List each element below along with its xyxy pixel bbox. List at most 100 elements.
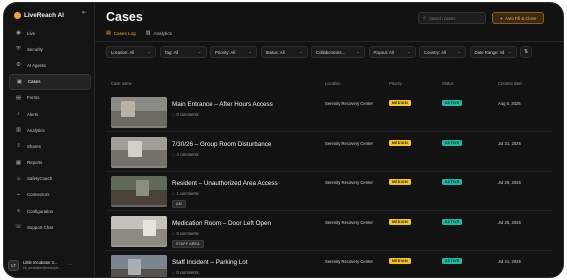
priority-badge: MEDIUM <box>389 100 411 106</box>
thumbnail-window <box>121 101 135 118</box>
table-row[interactable]: Staff Incident – Parking Lot ◌ 0 comments S… <box>106 252 553 277</box>
filter-label: Payout: All <box>373 49 394 55</box>
tab-analytics[interactable]: ▥ Analytics <box>146 30 172 36</box>
table-row[interactable]: Medication Room – Door Left Open ◌ 0 comme… <box>106 213 553 251</box>
thumbnail-window <box>135 180 150 197</box>
sidebar-item-configuration[interactable]: ≡ Configuration <box>9 203 91 219</box>
sidebar-item-live[interactable]: ◉ Live <box>9 25 91 41</box>
comment-icon: ◌ <box>172 270 175 275</box>
tabs-divider <box>95 41 563 42</box>
sidebar-item-safetycoach[interactable]: ☺ SafetyCoach <box>9 171 91 187</box>
priority-badge: MEDIUM <box>389 179 411 185</box>
filter-settings-button[interactable]: ⇅ <box>520 46 532 58</box>
case-thumbnail[interactable] <box>111 255 167 277</box>
sidebar-item-label: SafetyCoach <box>27 176 53 182</box>
case-title[interactable]: Staff Incident – Parking Lot <box>172 259 248 266</box>
view-tabs: ▤ Cases Log ▥ Analytics <box>106 30 172 36</box>
sidebar-item-support-chat[interactable]: ☏ Support Chat <box>9 219 91 235</box>
list-icon: ▤ <box>106 30 111 36</box>
case-location: Serenity Recovery Center <box>325 259 373 264</box>
sidebar-item-analytics[interactable]: ▥ Analytics <box>9 122 91 138</box>
thumbnail-wall <box>111 215 167 230</box>
comment-icon: ◌ <box>172 151 175 157</box>
filter-status-dropdown[interactable]: Status: All ⌄ <box>260 46 308 58</box>
brand-name: LiveReach AI <box>24 11 64 19</box>
case-location: Serenity Recovery Center <box>325 140 373 146</box>
chevron-down-icon: ⌄ <box>248 49 252 54</box>
column-header-priority[interactable]: Priority <box>389 81 402 86</box>
priority-badge: MEDIUM <box>389 258 411 264</box>
chevron-down-icon: ⌄ <box>507 49 512 54</box>
table-row[interactable]: 7/30/26 – Group Room Disturbance ◌ 4 comme… <box>106 134 553 172</box>
main-content: Cases ⌕ ✦ Auto Fill & Clone ▤Cases Log▥A… <box>95 3 563 277</box>
filter-collaborators-dropdown[interactable]: Collaborators... ⌄ <box>311 46 365 58</box>
user-profile[interactable]: LT Little Incubator 3... kit_incubator@e… <box>8 258 92 272</box>
auto-fill-clone-button[interactable]: ✦ Auto Fill & Clone <box>492 12 544 24</box>
auto-fill-clone-label: Auto Fill & Clone <box>505 15 537 21</box>
case-title[interactable]: Main Entrance – After Hours Access <box>172 101 273 108</box>
case-title[interactable]: Medication Room – Door Left Open <box>172 220 271 227</box>
created-date: Jul 25, 2026 <box>498 219 521 225</box>
collapse-sidebar-icon[interactable]: ⇤ <box>82 9 87 16</box>
filter-bar: Location: All ⌄ Tag: All ⌄ Priority: All ⌄ Sta… <box>106 46 532 58</box>
case-title[interactable]: Resident – Unauthorized Area Access <box>172 180 278 187</box>
sidebar-item-label: AI Agents <box>27 62 46 68</box>
column-header-status[interactable]: Status <box>442 81 454 86</box>
search-box[interactable]: ⌕ <box>418 12 486 24</box>
chart-icon: ▥ <box>15 127 22 134</box>
sidebar-item-connectors[interactable]: ⌁ Connectors <box>9 187 91 203</box>
case-title[interactable]: 7/30/26 – Group Room Disturbance <box>172 141 271 148</box>
filter-location-dropdown[interactable]: Location: All ⌄ <box>106 46 156 58</box>
filter-priority-dropdown[interactable]: Priority: All ⌄ <box>210 46 257 58</box>
report-icon: ▦ <box>15 159 22 166</box>
chevron-down-icon: ⌄ <box>197 49 202 54</box>
table-row[interactable]: Main Entrance – After Hours Access ◌ 0 com… <box>106 94 553 132</box>
comments-count: 4 comments <box>176 151 199 157</box>
sidebar-item-ai-agents[interactable]: ⚙ AI Agents <box>9 57 91 73</box>
filter-date-range-dropdown[interactable]: Date Range: All ⌄ <box>469 46 517 58</box>
user-menu-icon[interactable]: ⋯ <box>67 262 72 268</box>
column-header-created-date[interactable]: Created date <box>498 81 522 86</box>
case-thumbnail[interactable] <box>111 176 167 207</box>
filter-label: Date Range: All <box>474 49 505 55</box>
column-header-case-name[interactable]: Case name <box>111 81 132 86</box>
share-icon: ⇪ <box>16 143 21 150</box>
comments-count: 0 comments <box>176 270 199 275</box>
sidebar-item-label: Reports <box>27 160 43 166</box>
search-input[interactable] <box>428 15 481 21</box>
filter-payout-dropdown[interactable]: Payout: All ⌄ <box>368 46 416 58</box>
comment-icon: ◌ <box>172 112 175 117</box>
sidebar-item-shares[interactable]: ⇪ Shares <box>9 138 91 154</box>
sidebar-item-label: Connectors <box>27 192 50 198</box>
sidebar-item-alerts[interactable]: ♪ Alerts <box>9 106 91 122</box>
filter-label: Tag: All <box>164 49 179 55</box>
comments-count: 0 comments <box>176 230 199 236</box>
filter-label: Status: All <box>265 49 285 55</box>
sidebar-item-reports[interactable]: ▦ Reports <box>9 155 91 171</box>
case-thumbnail[interactable] <box>111 97 167 128</box>
case-thumbnail[interactable] <box>111 215 167 247</box>
column-header-location[interactable]: Location <box>325 81 340 86</box>
table-row[interactable]: Resident – Unauthorized Area Access ◌ 1 co… <box>106 173 553 211</box>
tab-cases-log[interactable]: ▤ Cases Log <box>106 30 136 36</box>
avatar: LT <box>8 259 19 271</box>
sidebar-item-label: Configuration <box>27 208 54 214</box>
case-location: Serenity Recovery Center <box>325 180 373 185</box>
sidebar-item-label: Shares <box>27 143 41 149</box>
chat-icon: ☏ <box>15 224 22 231</box>
case-comments: ◌ 1 comments <box>172 191 199 196</box>
sidebar-item-security[interactable]: ⛨ Security <box>9 41 91 57</box>
status-badge: ACTIVE <box>442 139 463 146</box>
case-thumbnail[interactable] <box>111 136 167 168</box>
case-comments: ◌ 4 comments <box>172 152 199 157</box>
brand[interactable]: LiveReach AI <box>14 9 64 21</box>
filter-country-dropdown[interactable]: Country: All ⌄ <box>419 46 466 58</box>
user-email: kit_incubator@example... <box>23 266 62 270</box>
filter-tag-dropdown[interactable]: Tag: All ⌄ <box>159 46 207 58</box>
sidebar-item-label: Live <box>27 30 36 36</box>
status-badge: ACTIVE <box>442 218 463 225</box>
sidebar-item-forms[interactable]: ▤ Forms <box>9 90 91 106</box>
comment-icon: ◌ <box>172 191 175 196</box>
sidebar-item-cases[interactable]: ▣ Cases <box>9 73 91 90</box>
created-date: Jul 31, 2026 <box>498 140 521 146</box>
